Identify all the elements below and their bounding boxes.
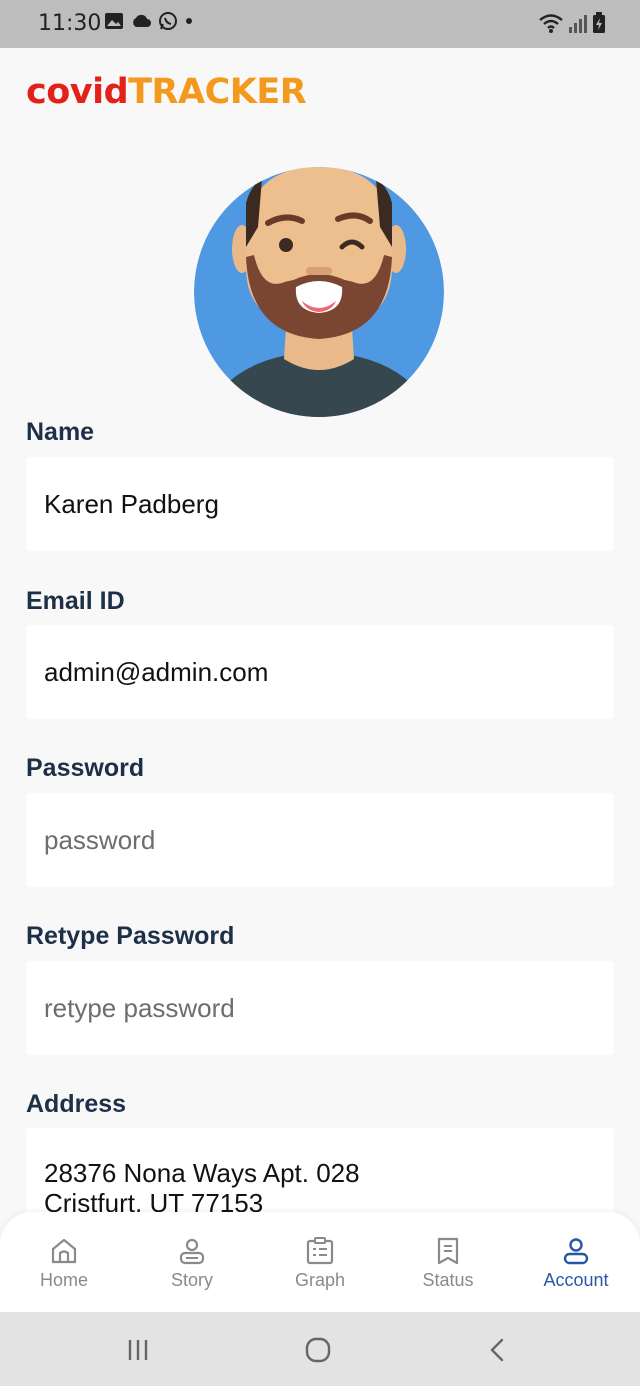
logo-tracker-text: TRACKER — [128, 72, 307, 112]
name-input[interactable] — [44, 488, 596, 520]
status-icon — [437, 1237, 459, 1265]
battery-icon — [593, 12, 605, 33]
status-system-icons — [538, 12, 606, 34]
story-icon — [179, 1238, 205, 1265]
email-input[interactable] — [44, 656, 596, 688]
nav-item-graph[interactable]: Graph — [256, 1212, 384, 1312]
status-time: 11:30 — [38, 11, 102, 36]
nav-label-story: Story — [170, 1270, 213, 1290]
status-notification-icons — [104, 11, 194, 31]
nav-label-account: Account — [543, 1270, 609, 1290]
bottom-navigation: Home Story Graph Status Account — [0, 1212, 640, 1312]
system-back-button[interactable] — [482, 1334, 514, 1366]
password-field-box[interactable] — [26, 793, 614, 887]
logo-covid-text: covid — [26, 72, 129, 112]
status-bar: 11:30 — [0, 0, 640, 48]
retype-password-input[interactable] — [44, 992, 596, 1024]
nav-item-account[interactable]: Account — [512, 1212, 640, 1312]
gallery-icon — [105, 13, 123, 29]
recents-icon — [128, 1340, 148, 1360]
profile-avatar[interactable] — [194, 167, 444, 417]
name-label: Name — [26, 418, 95, 446]
whatsapp-icon — [159, 12, 177, 30]
recents-button[interactable] — [122, 1334, 154, 1366]
nav-label-graph: Graph — [294, 1270, 346, 1290]
nav-label-status: Status — [422, 1270, 474, 1290]
graph-icon — [306, 1237, 334, 1265]
wifi-icon — [539, 14, 563, 33]
password-input[interactable] — [44, 824, 596, 856]
signal-icon — [569, 15, 587, 33]
email-field-box[interactable] — [26, 625, 614, 719]
dot-icon — [186, 18, 192, 24]
back-icon — [490, 1338, 504, 1362]
email-label: Email ID — [26, 587, 125, 615]
retype-password-field-box[interactable] — [26, 961, 614, 1055]
nav-label-home: Home — [39, 1270, 88, 1290]
account-icon — [563, 1238, 589, 1265]
password-label: Password — [26, 754, 145, 782]
system-navigation-bar — [0, 1312, 640, 1386]
home-circle-icon — [305, 1337, 331, 1363]
address-label: Address — [26, 1090, 127, 1118]
home-icon — [51, 1238, 77, 1264]
cloud-icon — [133, 14, 151, 27]
name-field-box[interactable] — [26, 457, 614, 551]
nav-item-status[interactable]: Status — [384, 1212, 512, 1312]
nav-item-story[interactable]: Story — [128, 1212, 256, 1312]
system-home-button[interactable] — [302, 1334, 334, 1366]
retype-password-label: Retype Password — [26, 922, 235, 950]
nav-item-home[interactable]: Home — [0, 1212, 128, 1312]
app-logo: covidTRACKER — [26, 72, 307, 112]
